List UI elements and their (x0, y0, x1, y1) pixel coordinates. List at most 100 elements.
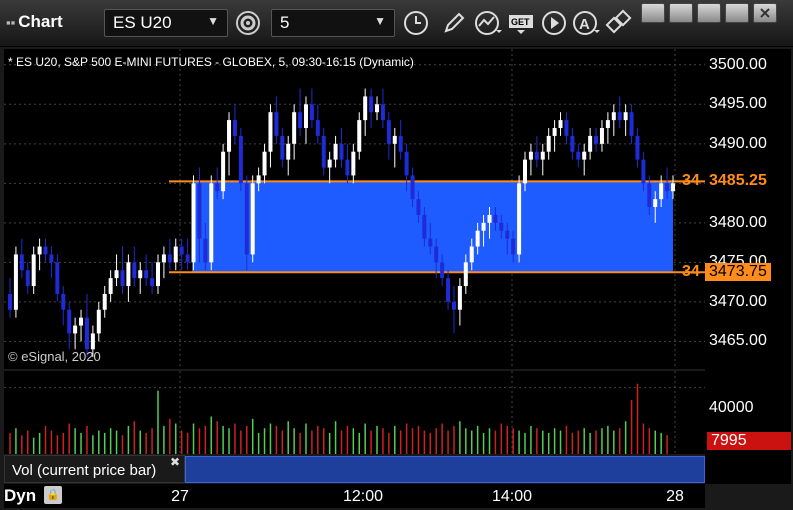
candle-body (588, 135, 593, 152)
interval-value: 5 (280, 13, 290, 32)
candle-body (605, 120, 610, 129)
get-data-icon[interactable]: GET (506, 8, 540, 38)
candle-body (671, 183, 675, 192)
symbol-value: ES U20 (113, 13, 172, 32)
candle-body (197, 183, 202, 239)
candle-body (31, 254, 36, 287)
candle-body (629, 112, 634, 136)
candle-body (440, 262, 445, 279)
candle-body (292, 112, 297, 144)
candle-body (451, 301, 456, 310)
play-icon[interactable] (539, 8, 569, 38)
candle-body (84, 317, 89, 350)
candle-body (653, 199, 658, 208)
candle-body (422, 214, 427, 239)
close-icon (760, 8, 770, 18)
volume-study-bar[interactable] (185, 456, 705, 483)
upper-level-side-label: 34 (682, 172, 700, 190)
price-range-band (192, 181, 673, 273)
svg-text:A: A (579, 16, 590, 33)
candle-body (540, 151, 545, 160)
candle-body (357, 120, 362, 152)
candle-body (185, 254, 190, 263)
volume-chart[interactable] (4, 371, 705, 454)
study-icon[interactable] (473, 8, 503, 38)
price-tick-label: 3490.00 (709, 134, 767, 152)
upper-level-value: 3485.25 (709, 172, 767, 190)
price-axis[interactable]: 3500.003495.003490.003485.003480.003475.… (705, 49, 791, 484)
candle-body (369, 96, 374, 113)
close-icon[interactable]: ✖ (170, 455, 180, 469)
candle-body (523, 159, 528, 184)
candle-body (493, 214, 498, 223)
candle-body (79, 317, 84, 326)
time-axis[interactable]: 27 12:00 14:00 28 (4, 484, 705, 508)
dynamic-label[interactable]: Dyn (4, 486, 36, 506)
price-chart[interactable]: * ES U20, S&P 500 E-MINI FUTURES - GLOBE… (4, 49, 705, 369)
volume-study-label[interactable]: Vol (current price bar) (4, 455, 185, 483)
interval-combobox[interactable]: 5 ▼ (271, 9, 395, 37)
candle-body (309, 104, 314, 121)
link-icon[interactable] (604, 8, 634, 38)
pencil-icon[interactable] (439, 8, 469, 38)
close-button[interactable] (753, 3, 777, 23)
maximize-button[interactable] (725, 3, 749, 23)
candle-body (238, 135, 243, 184)
candle-body (96, 309, 101, 334)
candle-body (665, 183, 670, 192)
candle-body (167, 254, 172, 263)
candle-body (43, 246, 48, 255)
candle-body (623, 112, 628, 121)
lower-level-side-label: 34 (682, 263, 700, 281)
candle-body (37, 246, 42, 255)
volume-value: 7995 (711, 432, 747, 449)
candle-body (517, 183, 522, 255)
candle-body (150, 278, 155, 287)
restore-button[interactable] (697, 3, 721, 23)
candle-body (126, 262, 131, 287)
candle (221, 143, 226, 200)
time-tick-label: 27 (171, 488, 189, 505)
candle (209, 175, 214, 271)
candle-body (416, 199, 421, 215)
candle-body (49, 254, 54, 263)
minimize-button[interactable] (669, 3, 693, 23)
candle-body (351, 151, 356, 176)
clock-icon[interactable] (401, 8, 431, 38)
title-bar: ▪▪ Chart ES U20 ▼ 5 ▼ GET A (0, 0, 793, 47)
candle-body (221, 151, 226, 192)
pin-window-button[interactable] (641, 3, 665, 23)
candle-body (19, 254, 24, 271)
candle-body (475, 230, 480, 247)
alert-icon[interactable]: A (571, 8, 601, 38)
candle-body (232, 120, 237, 136)
candle-body (173, 246, 178, 263)
candle-body (138, 270, 143, 279)
lock-icon[interactable]: 🔒 (44, 486, 62, 504)
candle-body (280, 135, 285, 160)
candle-body (203, 238, 208, 263)
symbol-combobox[interactable]: ES U20 ▼ (104, 9, 228, 37)
candle-body (398, 135, 403, 152)
chevron-down-icon[interactable]: ▼ (207, 14, 219, 28)
svg-text:GET: GET (511, 17, 530, 27)
candle-body (345, 159, 350, 176)
candle-body (428, 238, 433, 247)
candle-body (599, 128, 604, 144)
candle-body (647, 183, 652, 208)
candle (250, 175, 255, 263)
candle-body (227, 120, 232, 152)
lower-level-tag: 3473.75 (705, 263, 771, 282)
settings-gear-icon[interactable] (233, 8, 263, 38)
candle-body (161, 254, 166, 263)
chevron-down-icon[interactable]: ▼ (374, 14, 386, 28)
candle-body (13, 254, 18, 310)
candle-body (363, 96, 368, 121)
candle-body (262, 151, 267, 176)
candle-body (380, 104, 385, 121)
candle-body (570, 135, 575, 152)
candle-body (102, 293, 107, 310)
candle-body (386, 120, 391, 144)
candle-body (25, 270, 30, 287)
candle-body (256, 175, 261, 184)
